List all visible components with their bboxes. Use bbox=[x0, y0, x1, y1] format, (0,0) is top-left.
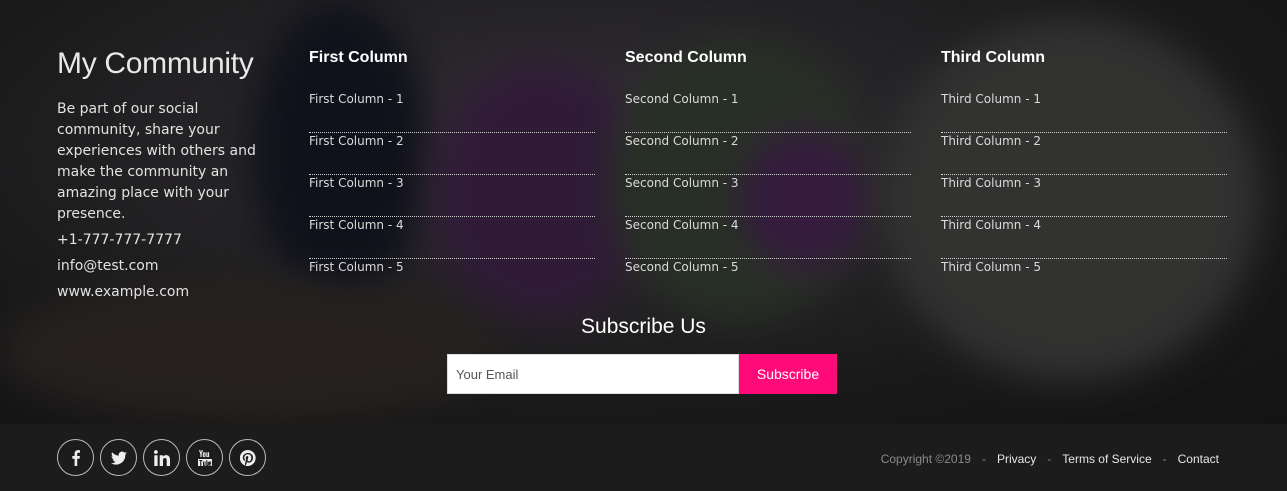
facebook-button[interactable] bbox=[57, 439, 94, 476]
linkedin-button[interactable] bbox=[143, 439, 180, 476]
footer-column-third: Third Column Third Column - 1 Third Colu… bbox=[941, 49, 1227, 301]
separator: - bbox=[1162, 452, 1167, 466]
column-item-label[interactable]: Third Column - 5 bbox=[941, 259, 1227, 279]
column-heading: Second Column bbox=[625, 49, 747, 66]
column-item[interactable]: First Column - 2 bbox=[309, 133, 595, 175]
column-item-label[interactable]: First Column - 5 bbox=[309, 259, 595, 279]
separator: - bbox=[1047, 452, 1052, 466]
column-item[interactable]: First Column - 3 bbox=[309, 175, 595, 217]
about-title: My Community bbox=[57, 47, 254, 80]
column-item[interactable]: First Column - 1 bbox=[309, 91, 595, 133]
column-item-label[interactable]: Second Column - 2 bbox=[625, 133, 911, 153]
about-website: www.example.com bbox=[57, 284, 190, 300]
column-item[interactable]: Third Column - 1 bbox=[941, 91, 1227, 133]
column-list: Second Column - 1 Second Column - 2 Seco… bbox=[625, 91, 911, 301]
column-item-label[interactable]: First Column - 3 bbox=[309, 175, 595, 195]
legal-links: Copyright ©2019 - Privacy - Terms of Ser… bbox=[881, 452, 1219, 466]
column-item[interactable]: Second Column - 4 bbox=[625, 217, 911, 259]
footer-column-first: First Column First Column - 1 First Colu… bbox=[309, 49, 595, 301]
separator: - bbox=[981, 452, 986, 466]
linkedin-icon bbox=[153, 449, 170, 466]
footer-bar: Copyright ©2019 - Privacy - Terms of Ser… bbox=[0, 424, 1287, 491]
pinterest-icon bbox=[239, 449, 256, 466]
subscribe-button[interactable]: Subscribe bbox=[739, 354, 837, 394]
column-list: First Column - 1 First Column - 2 First … bbox=[309, 91, 595, 301]
facebook-icon bbox=[71, 449, 80, 466]
column-list: Third Column - 1 Third Column - 2 Third … bbox=[941, 91, 1227, 301]
twitter-button[interactable] bbox=[100, 439, 137, 476]
column-item-label[interactable]: Third Column - 4 bbox=[941, 217, 1227, 237]
about-phone: +1-777-777-7777 bbox=[57, 232, 182, 248]
column-item-label[interactable]: Third Column - 2 bbox=[941, 133, 1227, 153]
column-item[interactable]: Second Column - 3 bbox=[625, 175, 911, 217]
column-item[interactable]: First Column - 5 bbox=[309, 259, 595, 301]
youtube-icon bbox=[197, 449, 212, 466]
column-item-label[interactable]: First Column - 2 bbox=[309, 133, 595, 153]
column-item-label[interactable]: Second Column - 3 bbox=[625, 175, 911, 195]
column-item-label[interactable]: Third Column - 3 bbox=[941, 175, 1227, 195]
contact-link[interactable]: Contact bbox=[1178, 452, 1219, 466]
column-item-label[interactable]: Second Column - 4 bbox=[625, 217, 911, 237]
column-item[interactable]: First Column - 4 bbox=[309, 217, 595, 259]
column-item[interactable]: Third Column - 2 bbox=[941, 133, 1227, 175]
column-item[interactable]: Second Column - 1 bbox=[625, 91, 911, 133]
column-item[interactable]: Third Column - 3 bbox=[941, 175, 1227, 217]
footer-column-second: Second Column Second Column - 1 Second C… bbox=[625, 49, 911, 301]
column-item[interactable]: Third Column - 5 bbox=[941, 259, 1227, 301]
column-item[interactable]: Second Column - 5 bbox=[625, 259, 911, 301]
twitter-icon bbox=[110, 451, 127, 465]
column-item-label[interactable]: First Column - 4 bbox=[309, 217, 595, 237]
column-item[interactable]: Second Column - 2 bbox=[625, 133, 911, 175]
column-heading: First Column bbox=[309, 49, 408, 66]
column-item[interactable]: Third Column - 4 bbox=[941, 217, 1227, 259]
email-input[interactable] bbox=[447, 354, 739, 394]
about-email: info@test.com bbox=[57, 258, 159, 274]
about-section: My Community Be part of our social commu… bbox=[57, 47, 282, 303]
column-item-label[interactable]: Third Column - 1 bbox=[941, 91, 1227, 111]
column-heading: Third Column bbox=[941, 49, 1045, 66]
privacy-link[interactable]: Privacy bbox=[997, 452, 1036, 466]
subscribe-form: Subscribe bbox=[447, 354, 837, 394]
pinterest-button[interactable] bbox=[229, 439, 266, 476]
youtube-button[interactable] bbox=[186, 439, 223, 476]
terms-link[interactable]: Terms of Service bbox=[1062, 452, 1151, 466]
column-item-label[interactable]: Second Column - 1 bbox=[625, 91, 911, 111]
column-item-label[interactable]: First Column - 1 bbox=[309, 91, 595, 111]
copyright-text: Copyright ©2019 bbox=[880, 452, 971, 466]
about-description: Be part of our social community, share y… bbox=[57, 101, 256, 222]
social-links bbox=[57, 439, 266, 476]
column-item-label[interactable]: Second Column - 5 bbox=[625, 259, 911, 279]
subscribe-title: Subscribe Us bbox=[581, 315, 706, 338]
